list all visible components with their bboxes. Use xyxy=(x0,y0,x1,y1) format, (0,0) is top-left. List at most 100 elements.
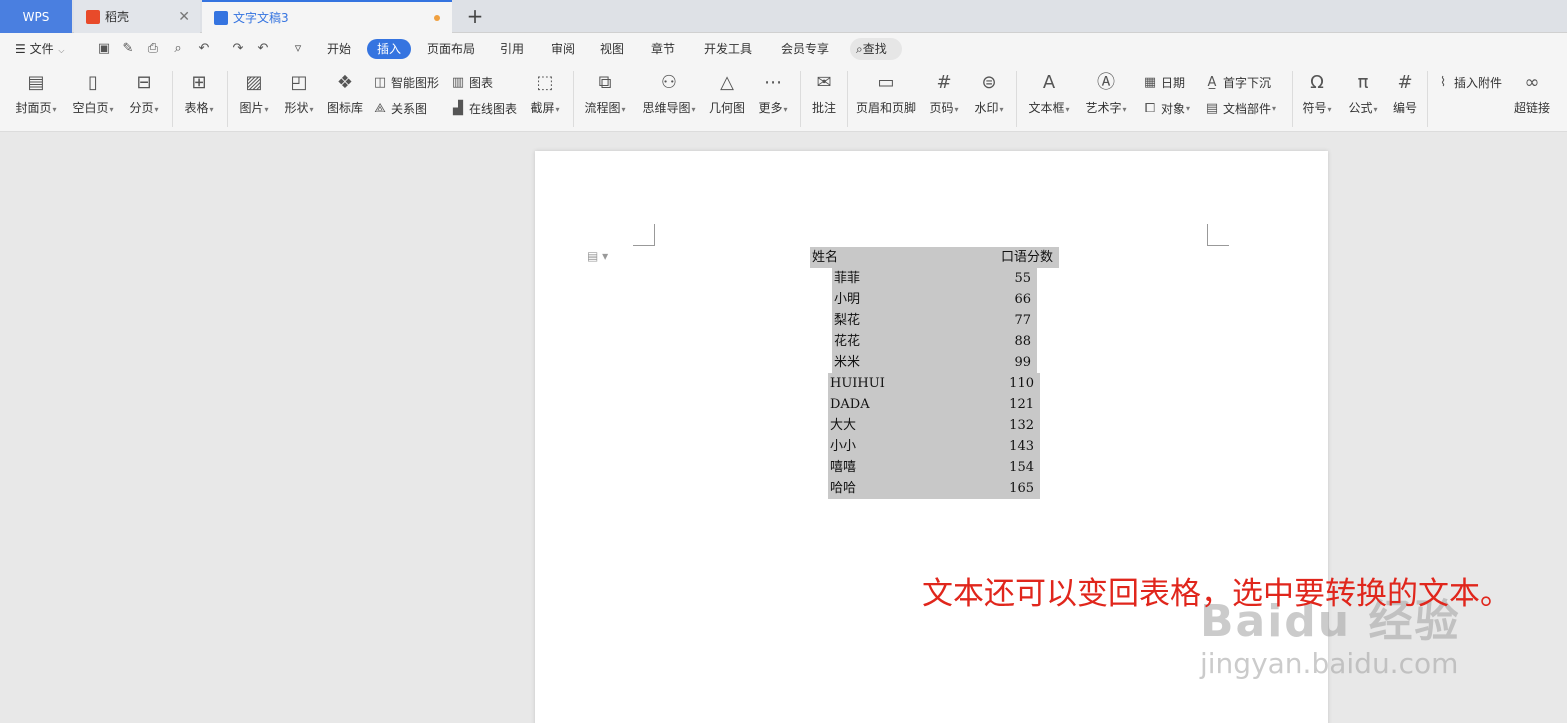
text-box-button[interactable]: A 文本框▾ xyxy=(1025,71,1073,116)
menu-page-layout[interactable]: 页面布局 xyxy=(427,39,475,59)
icon-library-button[interactable]: ❖ 图标库 xyxy=(325,71,365,116)
numbering-button[interactable]: # 编号 xyxy=(1390,71,1420,116)
shape-button[interactable]: ◰ 形状▾ xyxy=(280,71,318,116)
row-name: 米米 xyxy=(834,355,861,370)
row-name: 小小 xyxy=(830,439,857,454)
online-chart-button[interactable]: ▟ 在线图表 xyxy=(450,100,517,117)
shape-icon: ◰ xyxy=(290,72,308,93)
file-menu[interactable]: ☰ 文件 ⌵ xyxy=(15,39,65,59)
blank-page-button[interactable]: ▯ 空白页▾ xyxy=(68,71,118,116)
header-footer-button[interactable]: ▭ 页眉和页脚 xyxy=(854,71,918,116)
search-box[interactable]: ⌕查找 xyxy=(850,38,902,60)
table-label: 表格 xyxy=(184,101,209,115)
flowchart-label: 流程图 xyxy=(584,101,621,115)
watermark-button[interactable]: ⊜ 水印▾ xyxy=(970,71,1008,116)
tab-document-label: 文字文稿3 xyxy=(233,11,289,25)
row-score: 121 xyxy=(1009,397,1034,412)
menu-member[interactable]: 会员专享 xyxy=(781,39,829,59)
menu-insert[interactable]: 插入 xyxy=(367,39,412,59)
watermark-line2: jingyan.baidu.com xyxy=(1200,647,1459,680)
margin-corner-top-right xyxy=(1207,224,1229,246)
screenshot-label: 截屏 xyxy=(530,101,555,115)
row-name: 大大 xyxy=(830,418,857,433)
row-score: 154 xyxy=(1009,460,1034,475)
omega-icon: Ω xyxy=(1310,72,1324,93)
relation-diagram-button[interactable]: ⟁ 关系图 xyxy=(372,100,427,117)
format-painter-icon[interactable]: ✎ xyxy=(120,41,136,57)
header-footer-label: 页眉和页脚 xyxy=(855,101,916,115)
cover-page-button[interactable]: ▤ 封面页▾ xyxy=(12,71,60,116)
row-name: 菲菲 xyxy=(834,271,861,286)
doc-part-button[interactable]: ▤ 文档部件 ▾ xyxy=(1204,100,1276,117)
text-row[interactable]: 小小 143 xyxy=(828,436,1040,457)
chart-button[interactable]: ▥ 图表 xyxy=(450,74,493,91)
page-number-icon: # xyxy=(936,72,952,93)
row-name: HUIHUI xyxy=(830,376,885,391)
text-row[interactable]: 大大 132 xyxy=(828,415,1040,436)
more-button[interactable]: ⋯ 更多▾ xyxy=(754,71,792,116)
print-icon[interactable]: ⎙ xyxy=(145,41,161,57)
text-row[interactable]: 菲菲 55 xyxy=(832,268,1037,289)
online-chart-icon: ▟ xyxy=(453,100,463,116)
page-number-button[interactable]: # 页码▾ xyxy=(926,71,962,116)
doc-part-icon: ▤ xyxy=(1205,100,1219,116)
text-row[interactable]: 哈哈 165 xyxy=(828,478,1040,499)
menu-review[interactable]: 审阅 xyxy=(551,39,575,59)
paragraph-options-icon[interactable]: ▤ ▾ xyxy=(587,249,608,263)
smart-art-button[interactable]: ◫ 智能图形 xyxy=(372,74,439,91)
date-button[interactable]: ▦ 日期 xyxy=(1142,74,1185,91)
undo-icon[interactable]: ↶ xyxy=(196,41,212,57)
tab-wps[interactable]: WPS xyxy=(0,0,72,33)
comment-button[interactable]: ✉ 批注 xyxy=(808,71,840,116)
row-name: 花花 xyxy=(834,334,861,349)
symbol-button[interactable]: Ω 符号▾ xyxy=(1298,71,1336,116)
table-button[interactable]: ⊞ 表格▾ xyxy=(180,71,218,116)
paperclip-icon: ⌇ xyxy=(1439,74,1447,90)
table-header-row[interactable]: 姓名 口语分数 xyxy=(810,247,1059,268)
text-row[interactable]: 米米 99 xyxy=(832,352,1037,373)
undo-more-icon[interactable]: ↶ xyxy=(255,41,271,57)
tab-document[interactable]: 文字文稿3 xyxy=(202,0,452,33)
menu-view[interactable]: 视图 xyxy=(600,39,624,59)
object-button[interactable]: ⧠ 对象 ▾ xyxy=(1142,100,1190,117)
menu-section[interactable]: 章节 xyxy=(651,39,675,59)
menu-developer[interactable]: 开发工具 xyxy=(704,39,752,59)
insert-attachment-button[interactable]: ⌇ 插入附件 xyxy=(1435,74,1502,91)
text-row[interactable]: 梨花 77 xyxy=(832,310,1037,331)
menu-references[interactable]: 引用 xyxy=(500,39,524,59)
drop-cap-label: 首字下沉 xyxy=(1223,76,1272,90)
screenshot-button[interactable]: ⬚ 截屏▾ xyxy=(526,71,564,116)
drop-cap-button[interactable]: A̲ 首字下沉 xyxy=(1204,74,1271,91)
geometry-button[interactable]: △ 几何图 xyxy=(707,71,747,116)
daoke-icon xyxy=(86,9,100,24)
redo-icon[interactable]: ↷ xyxy=(230,41,246,57)
customize-toolbar-icon[interactable]: ▿ xyxy=(290,41,306,57)
mind-map-button[interactable]: ⚇ 思维导图▾ xyxy=(638,71,700,116)
picture-button[interactable]: ▨ 图片▾ xyxy=(235,71,273,116)
ribbon-separator xyxy=(847,71,848,127)
file-menu-label: 文件 xyxy=(29,42,54,56)
text-row[interactable]: DADA 121 xyxy=(828,394,1040,415)
text-row[interactable]: 嘻嘻 154 xyxy=(828,457,1040,478)
print-preview-icon[interactable]: ⌕ xyxy=(170,41,186,57)
numbering-icon: # xyxy=(1397,72,1413,93)
close-icon[interactable]: ✕ xyxy=(178,9,190,25)
word-art-button[interactable]: Ⓐ 艺术字▾ xyxy=(1082,71,1130,116)
menu-start[interactable]: 开始 xyxy=(327,39,351,59)
text-row[interactable]: 小明 66 xyxy=(832,289,1037,310)
hyperlink-button[interactable]: ∞ 超链接 xyxy=(1512,71,1552,116)
text-row[interactable]: 花花 88 xyxy=(832,331,1037,352)
new-tab-plus-icon[interactable]: + xyxy=(462,4,488,28)
menu-bar: ☰ 文件 ⌵ ▣ ✎ ⎙ ⌕ ↶ ↷ ↶ ▿ 开始 插入 页面布局 引用 审阅 … xyxy=(0,33,1567,65)
page-break-button[interactable]: ⊟ 分页▾ xyxy=(125,71,163,116)
ribbon-separator xyxy=(800,71,801,127)
text-row[interactable]: HUIHUI 110 xyxy=(828,373,1040,394)
ribbon-separator xyxy=(1016,71,1017,127)
save-icon[interactable]: ▣ xyxy=(96,41,112,57)
symbol-label: 符号 xyxy=(1302,101,1327,115)
table-icon: ⊞ xyxy=(191,72,207,93)
flowchart-button[interactable]: ⧉ 流程图▾ xyxy=(581,71,629,116)
formula-button[interactable]: π 公式▾ xyxy=(1344,71,1382,116)
tab-daoke[interactable]: 稻壳 ✕ xyxy=(74,0,200,33)
doc-part-label: 文档部件 xyxy=(1223,102,1272,116)
